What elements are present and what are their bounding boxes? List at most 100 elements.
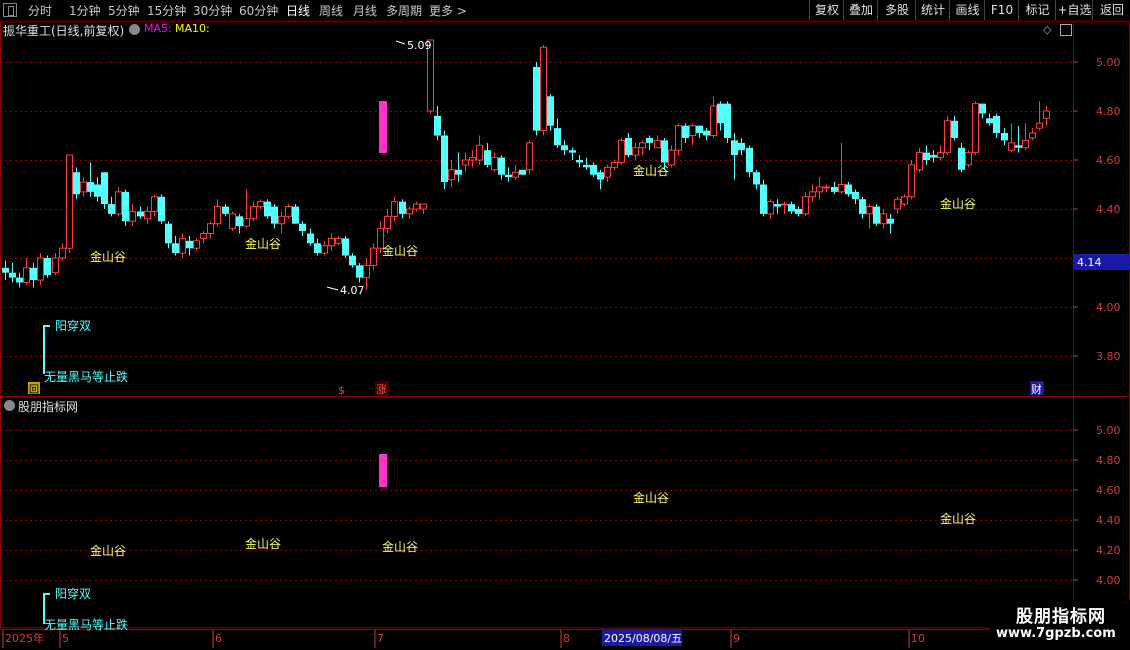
sub-tick-label-4: 4.20 (1096, 544, 1121, 557)
high-annotation: 5.09 (395, 39, 432, 52)
candle-22 (158, 194, 165, 224)
candle-15 (108, 196, 115, 217)
candle-24 (172, 235, 179, 256)
period-tab-4[interactable]: 30分钟 (193, 2, 232, 19)
sub-signal-3: 金山谷 (382, 539, 418, 554)
sub-legend-line1: 阳穿双 (55, 586, 91, 601)
main-signal-5: 金山谷 (940, 196, 976, 211)
sub-settings-circle-icon[interactable] (4, 400, 15, 411)
stock-title: 振华重工(日线,前复权) (3, 24, 125, 38)
candle-59 (420, 203, 427, 214)
candle-33 (236, 213, 243, 234)
candle-121 (859, 196, 866, 219)
candle-125 (887, 213, 894, 234)
candle-119 (845, 182, 852, 197)
candle-4 (30, 262, 37, 288)
candle-139 (986, 113, 993, 126)
candle-55 (391, 196, 398, 222)
candle-138 (979, 103, 986, 119)
period-tab-5[interactable]: 60分钟 (239, 2, 278, 19)
candle-82 (583, 157, 590, 170)
candle-65 (462, 152, 469, 173)
diamond-icon[interactable]: ◇ (1043, 23, 1051, 36)
period-tab-0[interactable]: 分时 (28, 2, 52, 19)
candle-80 (569, 147, 576, 160)
main-signal-3: 金山谷 (382, 243, 418, 258)
sub-signal-2: 金山谷 (245, 536, 281, 551)
main-tick-label-5: 3.80 (1096, 350, 1121, 363)
settings-circle-icon[interactable] (129, 24, 140, 35)
candle-91 (646, 135, 653, 151)
toolbar-button-1[interactable]: 叠加 (843, 0, 878, 20)
candle-69 (491, 152, 498, 173)
toolbar-button-4[interactable]: 画线 (949, 0, 985, 20)
toolbar-menu-icon[interactable] (3, 3, 17, 17)
sub-tick-label-5: 4.00 (1096, 574, 1121, 587)
candle-105 (746, 145, 753, 178)
candle-47 (335, 235, 342, 246)
candle-46 (328, 233, 335, 251)
candle-8 (59, 243, 66, 261)
toolbar-button-7[interactable]: +自选 (1055, 0, 1093, 20)
candle-86 (611, 160, 618, 170)
candle-72 (512, 164, 519, 180)
period-tab-10[interactable]: 更多 > (429, 2, 467, 19)
window-toggle-icon[interactable] (1060, 24, 1072, 36)
toolbar-button-3[interactable]: 统计 (915, 0, 950, 20)
candle-58 (413, 201, 420, 212)
date-label-1: 5 (62, 632, 69, 645)
candle-97 (689, 123, 696, 146)
candle-135 (958, 142, 965, 173)
main-legend-bracket (43, 325, 50, 374)
candle-75 (533, 62, 540, 136)
candle-26 (186, 235, 193, 256)
sub-marker-bar (379, 454, 387, 487)
period-tab-7[interactable]: 周线 (319, 2, 343, 19)
candle-63 (448, 160, 455, 187)
period-tab-6[interactable]: 日线 (286, 2, 310, 19)
toolbar-button-0[interactable]: 复权 (809, 0, 844, 20)
candle-94 (668, 145, 675, 168)
candle-25 (179, 233, 186, 258)
toolbar-button-8[interactable]: 返回 (1092, 0, 1130, 20)
candle-37 (264, 199, 271, 219)
sub-tick-label-3: 4.40 (1096, 514, 1121, 527)
candle-137 (972, 101, 979, 156)
period-tab-3[interactable]: 15分钟 (147, 2, 186, 19)
date-axis: 2025年 5 6 7 8 9 10 (2, 630, 925, 648)
candle-141 (1001, 128, 1008, 146)
candle-109 (774, 199, 781, 214)
sub-panel-title: 股朋指标网 (18, 400, 79, 414)
candle-101 (717, 101, 724, 131)
candle-12 (87, 162, 94, 197)
period-tab-9[interactable]: 多周期 (386, 2, 422, 19)
toolbar-button-6[interactable]: 标记 (1018, 0, 1056, 20)
toolbar-button-2[interactable]: 多股 (877, 0, 916, 20)
candle-71 (505, 167, 512, 183)
period-tab-8[interactable]: 月线 (353, 2, 377, 19)
low-label: 4.07 (340, 284, 365, 297)
main-tick-label-2: 4.60 (1096, 154, 1121, 167)
ma5-label: MA5: (144, 22, 172, 35)
toolbar-button-5[interactable]: F10 (984, 0, 1019, 20)
candle-14 (101, 172, 108, 209)
candle-36 (257, 199, 264, 209)
candle-68 (484, 142, 491, 168)
candle-77 (547, 93, 554, 131)
candle-27 (193, 238, 200, 251)
candle-102 (724, 101, 731, 143)
candle-76 (540, 44, 547, 136)
candle-11 (80, 177, 87, 197)
candle-112 (795, 206, 802, 217)
candle-111 (788, 201, 795, 214)
date-label-2: 6 (215, 632, 222, 645)
candle-140 (993, 113, 1000, 138)
candle-54 (384, 209, 391, 234)
period-tab-2[interactable]: 5分钟 (108, 2, 140, 19)
main-signal-4: 金山谷 (633, 163, 669, 178)
candle-35 (250, 201, 257, 222)
period-tab-1[interactable]: 1分钟 (69, 2, 101, 19)
high-label: 5.09 (407, 39, 432, 52)
candle-56 (399, 199, 406, 219)
sub-signal-1: 金山谷 (90, 543, 126, 558)
